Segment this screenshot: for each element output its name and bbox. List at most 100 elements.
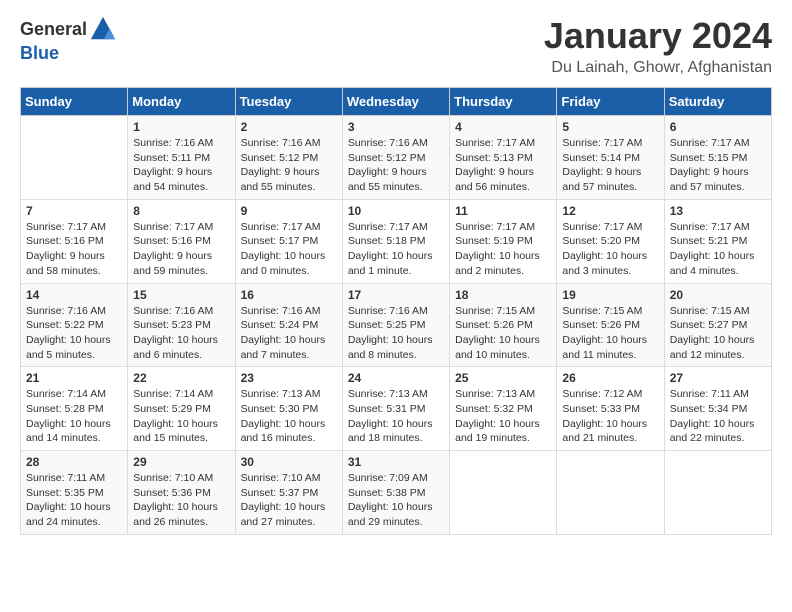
day-number: 7 [26,204,122,218]
day-number: 19 [562,288,658,302]
week-row-0: 1Sunrise: 7:16 AM Sunset: 5:11 PM Daylig… [21,116,772,200]
calendar-cell: 13 Sunrise: 7:17 AM Sunset: 5:21 PM Dayli… [664,199,771,283]
day-number: 15 [133,288,229,302]
day-number: 25 [455,371,551,385]
day-info: Sunrise: 7:16 AM Sunset: 5:25 PM Dayligh… [348,304,444,363]
day-number: 29 [133,455,229,469]
calendar-cell: 27 Sunrise: 7:11 AM Sunset: 5:34 PM Dayli… [664,367,771,451]
day-info: Sunrise: 7:13 AM Sunset: 5:32 PM Dayligh… [455,387,551,446]
day-header-sunday: Sunday [21,88,128,116]
calendar-cell: 16Sunrise: 7:16 AM Sunset: 5:24 PM Dayli… [235,283,342,367]
day-number: 23 [241,371,337,385]
day-info: Sunrise: 7:16 AM Sunset: 5:12 PM Dayligh… [348,136,444,195]
header-row: SundayMondayTuesdayWednesdayThursdayFrid… [21,88,772,116]
calendar-cell: 3Sunrise: 7:16 AM Sunset: 5:12 PM Daylig… [342,116,449,200]
day-number: 31 [348,455,444,469]
day-number: 17 [348,288,444,302]
calendar-cell: 21Sunrise: 7:14 AM Sunset: 5:28 PM Dayli… [21,367,128,451]
day-info: Sunrise: 7:16 AM Sunset: 5:12 PM Dayligh… [241,136,337,195]
day-header-thursday: Thursday [450,88,557,116]
calendar-cell: 9Sunrise: 7:17 AM Sunset: 5:17 PM Daylig… [235,199,342,283]
day-number: 10 [348,204,444,218]
day-info: Sunrise: 7:15 AM Sunset: 5:26 PM Dayligh… [455,304,551,363]
day-info: Sunrise: 7:12 AM Sunset: 5:33 PM Dayligh… [562,387,658,446]
calendar-cell [21,116,128,200]
calendar-cell: 23Sunrise: 7:13 AM Sunset: 5:30 PM Dayli… [235,367,342,451]
header: General Blue January 2024 Du Lainah, Gho… [20,15,772,77]
day-info: Sunrise: 7:11 AM Sunset: 5:34 PM Dayligh… [670,387,766,446]
day-number: 13 [670,204,766,218]
calendar-cell: 17 Sunrise: 7:16 AM Sunset: 5:25 PM Dayli… [342,283,449,367]
calendar-table: SundayMondayTuesdayWednesdayThursdayFrid… [20,87,772,535]
calendar-cell: 11 Sunrise: 7:17 AM Sunset: 5:19 PM Dayli… [450,199,557,283]
day-info: Sunrise: 7:17 AM Sunset: 5:21 PM Dayligh… [670,220,766,279]
month-title: January 2024 [544,15,772,57]
day-header-friday: Friday [557,88,664,116]
calendar-cell: 5 Sunrise: 7:17 AM Sunset: 5:14 PM Daylig… [557,116,664,200]
day-info: Sunrise: 7:17 AM Sunset: 5:13 PM Dayligh… [455,136,551,195]
calendar-cell: 30 Sunrise: 7:10 AM Sunset: 5:37 PM Dayli… [235,451,342,535]
day-number: 12 [562,204,658,218]
day-info: Sunrise: 7:17 AM Sunset: 5:20 PM Dayligh… [562,220,658,279]
week-row-3: 21Sunrise: 7:14 AM Sunset: 5:28 PM Dayli… [21,367,772,451]
day-info: Sunrise: 7:14 AM Sunset: 5:28 PM Dayligh… [26,387,122,446]
day-info: Sunrise: 7:15 AM Sunset: 5:27 PM Dayligh… [670,304,766,363]
week-row-2: 14Sunrise: 7:16 AM Sunset: 5:22 PM Dayli… [21,283,772,367]
calendar-cell: 7 Sunrise: 7:17 AM Sunset: 5:16 PM Daylig… [21,199,128,283]
day-info: Sunrise: 7:17 AM Sunset: 5:19 PM Dayligh… [455,220,551,279]
calendar-cell: 8 Sunrise: 7:17 AM Sunset: 5:16 PM Daylig… [128,199,235,283]
day-info: Sunrise: 7:17 AM Sunset: 5:16 PM Dayligh… [26,220,122,279]
day-number: 30 [241,455,337,469]
day-info: Sunrise: 7:13 AM Sunset: 5:31 PM Dayligh… [348,387,444,446]
day-header-wednesday: Wednesday [342,88,449,116]
day-number: 28 [26,455,122,469]
day-info: Sunrise: 7:17 AM Sunset: 5:18 PM Dayligh… [348,220,444,279]
day-info: Sunrise: 7:14 AM Sunset: 5:29 PM Dayligh… [133,387,229,446]
day-number: 9 [241,204,337,218]
calendar-cell: 20Sunrise: 7:15 AM Sunset: 5:27 PM Dayli… [664,283,771,367]
calendar-cell [557,451,664,535]
day-info: Sunrise: 7:10 AM Sunset: 5:36 PM Dayligh… [133,471,229,530]
day-info: Sunrise: 7:16 AM Sunset: 5:23 PM Dayligh… [133,304,229,363]
logo-icon [89,15,117,43]
calendar-cell: 12 Sunrise: 7:17 AM Sunset: 5:20 PM Dayli… [557,199,664,283]
calendar-cell: 1Sunrise: 7:16 AM Sunset: 5:11 PM Daylig… [128,116,235,200]
day-number: 26 [562,371,658,385]
day-info: Sunrise: 7:17 AM Sunset: 5:14 PM Dayligh… [562,136,658,195]
calendar-cell: 24Sunrise: 7:13 AM Sunset: 5:31 PM Dayli… [342,367,449,451]
day-info: Sunrise: 7:11 AM Sunset: 5:35 PM Dayligh… [26,471,122,530]
day-header-tuesday: Tuesday [235,88,342,116]
calendar-cell [664,451,771,535]
day-number: 22 [133,371,229,385]
day-info: Sunrise: 7:10 AM Sunset: 5:37 PM Dayligh… [241,471,337,530]
day-info: Sunrise: 7:17 AM Sunset: 5:15 PM Dayligh… [670,136,766,195]
calendar-cell: 15 Sunrise: 7:16 AM Sunset: 5:23 PM Dayli… [128,283,235,367]
calendar-cell: 29 Sunrise: 7:10 AM Sunset: 5:36 PM Dayli… [128,451,235,535]
location: Du Lainah, Ghowr, Afghanistan [544,59,772,77]
day-number: 4 [455,120,551,134]
calendar-cell: 10 Sunrise: 7:17 AM Sunset: 5:18 PM Dayli… [342,199,449,283]
day-info: Sunrise: 7:09 AM Sunset: 5:38 PM Dayligh… [348,471,444,530]
calendar-cell: 31 Sunrise: 7:09 AM Sunset: 5:38 PM Dayli… [342,451,449,535]
day-number: 8 [133,204,229,218]
page-container: General Blue January 2024 Du Lainah, Gho… [0,0,792,550]
logo: General Blue [20,15,117,64]
calendar-cell: 28 Sunrise: 7:11 AM Sunset: 5:35 PM Dayli… [21,451,128,535]
logo-general-text: General [20,19,87,40]
day-info: Sunrise: 7:17 AM Sunset: 5:16 PM Dayligh… [133,220,229,279]
calendar-cell: 18 Sunrise: 7:15 AM Sunset: 5:26 PM Dayli… [450,283,557,367]
calendar-cell: 6 Sunrise: 7:17 AM Sunset: 5:15 PM Daylig… [664,116,771,200]
logo-blue-text: Blue [20,43,59,63]
day-header-monday: Monday [128,88,235,116]
day-number: 5 [562,120,658,134]
calendar-cell: 2Sunrise: 7:16 AM Sunset: 5:12 PM Daylig… [235,116,342,200]
calendar-cell [450,451,557,535]
day-info: Sunrise: 7:16 AM Sunset: 5:24 PM Dayligh… [241,304,337,363]
calendar-cell: 26 Sunrise: 7:12 AM Sunset: 5:33 PM Dayli… [557,367,664,451]
day-number: 27 [670,371,766,385]
day-number: 6 [670,120,766,134]
calendar-cell: 14Sunrise: 7:16 AM Sunset: 5:22 PM Dayli… [21,283,128,367]
day-number: 18 [455,288,551,302]
day-number: 11 [455,204,551,218]
calendar-cell: 4 Sunrise: 7:17 AM Sunset: 5:13 PM Daylig… [450,116,557,200]
